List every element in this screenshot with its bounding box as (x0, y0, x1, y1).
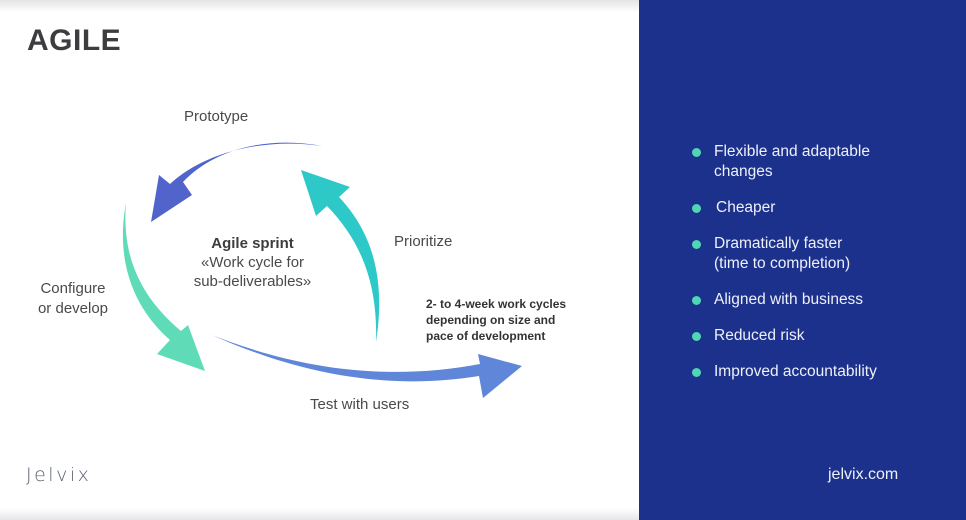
benefit-item: Improved accountability (692, 362, 944, 382)
benefit-text: Cheaper (716, 199, 776, 216)
bullet-icon (692, 240, 701, 249)
benefit-item: Aligned with business (692, 290, 944, 310)
cycle-duration-note: 2- to 4-week work cycles depending on si… (426, 296, 616, 344)
bullet-icon (692, 332, 701, 341)
benefit-text: Improved accountability (714, 363, 877, 380)
stage-label-configure: Configure or develop (27, 279, 119, 319)
cycle-note-line2: depending on size and (426, 313, 556, 327)
stage-label-prioritize: Prioritize (394, 233, 453, 250)
stage-label-configure-line1: Configure (40, 280, 106, 297)
stage-label-configure-line2: or develop (37, 300, 109, 317)
test-arrow (212, 335, 522, 398)
bullet-icon (692, 204, 701, 213)
stage-label-prototype: Prototype (184, 108, 249, 125)
benefit-text: Dramatically faster (714, 235, 843, 252)
benefit-text: Aligned with business (714, 291, 864, 308)
stage-label-test: Test with users (310, 396, 410, 413)
sprint-description-line2: sub-deliverables» (193, 273, 312, 290)
cycle-note-line1: 2- to 4-week work cycles (426, 297, 567, 311)
jelvix-logo: Jelvix (26, 464, 92, 486)
benefit-text: Reduced risk (714, 327, 805, 344)
bullet-icon (692, 296, 701, 305)
cycle-note-line3: pace of development (426, 329, 546, 343)
benefit-text-cont: (time to completion) (714, 255, 851, 272)
sprint-description-line1: «Work cycle for (200, 254, 305, 271)
sprint-title: Agile sprint (211, 235, 294, 252)
benefit-item: Reduced risk (692, 326, 944, 346)
benefit-item: Cheaper (692, 198, 944, 218)
prototype-arrow (151, 142, 322, 222)
benefit-text-cont: changes (714, 163, 773, 180)
benefits-list: Flexible and adaptable changes Cheaper D… (692, 142, 944, 398)
benefit-item: Dramatically faster (time to completion) (692, 234, 944, 274)
benefit-item: Flexible and adaptable changes (692, 142, 944, 182)
bullet-icon (692, 148, 701, 157)
benefit-text: Flexible and adaptable (714, 143, 870, 160)
website-link[interactable]: jelvix.com (828, 466, 898, 484)
sprint-center-text: Agile sprint «Work cycle for sub-deliver… (175, 234, 330, 291)
bullet-icon (692, 368, 701, 377)
